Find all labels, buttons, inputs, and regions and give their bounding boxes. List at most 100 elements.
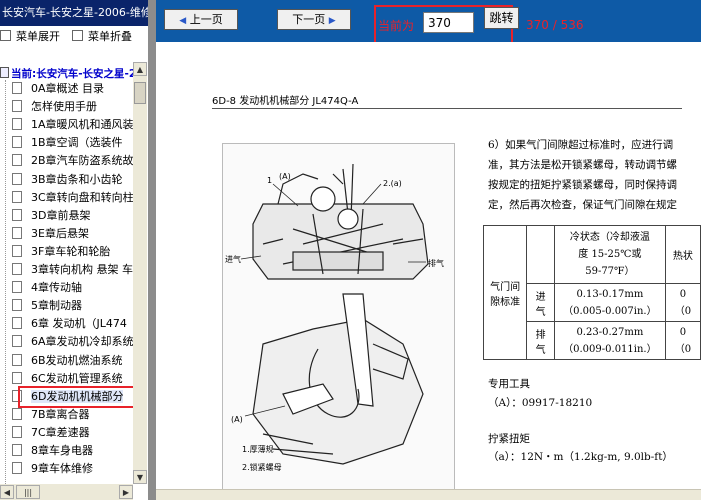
hot-intake-in: （0 xyxy=(674,305,692,317)
scroll-up-icon[interactable]: ▲ xyxy=(133,62,147,76)
intake-hot-value: 0 （0 xyxy=(664,283,701,322)
document-icon xyxy=(12,244,22,257)
figure-label-intake: 进气 xyxy=(225,254,241,264)
page-number-input[interactable] xyxy=(423,12,474,33)
exhaust-value-in: （0.009-0.011in.） xyxy=(563,343,657,355)
scroll-down-icon[interactable]: ▼ xyxy=(133,470,147,484)
tree-vertical-scrollbar[interactable]: ▲ ▼ xyxy=(133,62,147,484)
header-rule xyxy=(212,108,682,109)
tree-item[interactable]: 3B章齿条和小齿轮 xyxy=(12,171,123,189)
tree-item[interactable]: 9章车体维修 xyxy=(12,460,93,478)
pane-splitter[interactable] xyxy=(148,0,156,500)
document-icon xyxy=(12,226,22,239)
tree-root[interactable]: 当前:长安汽车-长安之星-2 xyxy=(0,66,133,81)
tree-item-label: 6C发动机管理系统 xyxy=(31,371,123,385)
table-cold-header: 冷状态（冷却液温 度 15-25℃或 59-77℉） xyxy=(553,225,666,284)
document-icon xyxy=(12,335,22,348)
left-pane: 长安汽车-长安之星-2006-维修 菜单展开 菜单折叠 当前:长安汽车-长安之星… xyxy=(0,0,148,500)
tree-item-label: 0A章概述 目录 xyxy=(31,82,105,95)
tree-item-label: 3F章车轮和轮胎 xyxy=(31,244,111,258)
tree-item[interactable]: 怎样使用手册 xyxy=(12,98,97,116)
prev-page-button[interactable]: ◀ 上一页 xyxy=(164,9,238,30)
document-icon xyxy=(12,136,22,149)
figure-caption-1: 1.厚薄规 xyxy=(242,445,274,454)
tree-item-label: 9章车体维修 xyxy=(31,462,93,476)
tree-item[interactable]: 1A章暖风机和通风装 xyxy=(12,116,133,134)
document-icon xyxy=(12,263,22,275)
tree-item[interactable]: 6A章发动机冷却系统 xyxy=(12,333,133,351)
intake-value-in: （0.005-0.007in.） xyxy=(563,305,657,317)
valve-clearance-table: 气门间隙标准 冷状态（冷却液温 度 15-25℃或 59-77℉） 热状 进气 … xyxy=(482,225,701,360)
window-title: 长安汽车-长安之星-2006-维修 xyxy=(0,0,148,26)
hot-exhaust-mm: 0 xyxy=(679,326,687,338)
figure-label-exhaust: 排气 xyxy=(428,258,444,268)
tree-item-label: 3D章前悬架 xyxy=(31,208,91,222)
document-icon xyxy=(12,118,22,131)
tree-lines xyxy=(5,80,7,484)
tree-item[interactable]: 3章转向机构 悬架 车 xyxy=(12,261,133,279)
tree-item[interactable]: 3C章转向盘和转向柱 xyxy=(12,189,133,207)
scroll-right-icon[interactable]: ▶ xyxy=(119,485,133,499)
tree-horizontal-scrollbar[interactable]: ◀ ||| ▶ xyxy=(0,484,133,500)
hot-intake-mm: 0 xyxy=(679,288,687,300)
document-icon xyxy=(12,407,22,420)
tree-item-label: 3B章齿条和小齿轮 xyxy=(31,172,123,186)
exhaust-cold-value: 0.23-0.27mm （0.009-0.011in.） xyxy=(553,321,666,360)
tree-item-label: 7C章差速器 xyxy=(31,425,90,439)
expand-menu-button[interactable]: 菜单展开 xyxy=(0,30,60,44)
engine-illustration: (A) 1 2.(a) 进气 排气 (A) xyxy=(225,163,444,465)
figure-label-1: 1 xyxy=(267,176,272,185)
special-tool-title: 专用工具 xyxy=(488,378,530,390)
document-icon xyxy=(12,172,22,185)
tree-item[interactable]: 2B章汽车防盗系统故 xyxy=(12,152,133,170)
document-icon xyxy=(12,208,22,221)
tree-item[interactable]: 7B章离合器 xyxy=(12,406,90,424)
tree-item-label: 3章转向机构 悬架 车 xyxy=(31,263,133,276)
document-viewer: 6D-8 发动机机械部分 JL474Q-A (A) 1 2.(a) 进气 排气 … xyxy=(156,42,701,489)
next-page-button[interactable]: 下一页 ▶ xyxy=(277,9,351,30)
para-line-1: 6）如果气门间隙超过标准时，应进行调 xyxy=(488,139,674,151)
tree-root-label: 当前:长安汽车-长安之星-2 xyxy=(11,68,133,80)
tree-item[interactable]: 6章 发动机（JL474 xyxy=(12,315,127,333)
selected-item-highlight xyxy=(18,385,133,408)
tree-item-label: 3C章转向盘和转向柱 xyxy=(31,190,133,204)
tree-item[interactable]: 0A章概述 目录 xyxy=(12,80,104,98)
tree-item-label: 7B章离合器 xyxy=(31,407,90,421)
tree-item[interactable]: 4章传动轴 xyxy=(12,279,82,297)
scroll-left-icon[interactable]: ◀ xyxy=(0,485,14,499)
tree-item[interactable]: 8章车身电器 xyxy=(12,442,93,460)
tree-item[interactable]: 3D章前悬架 xyxy=(12,207,90,225)
figure-caption-2: 2.锁紧螺母 xyxy=(242,463,282,472)
collapse-menu-button[interactable]: 菜单折叠 xyxy=(72,30,132,44)
page-label: 当前为 xyxy=(378,19,415,33)
tree-item[interactable]: 6B发动机燃油系统 xyxy=(12,352,123,370)
tree-item-label: 怎样使用手册 xyxy=(31,100,97,114)
exhaust-hot-value: 0 （0 xyxy=(664,321,701,360)
document-icon xyxy=(12,444,22,456)
jump-button[interactable]: 跳转 xyxy=(484,7,519,29)
arrow-left-icon: ◀ xyxy=(179,16,187,26)
document-icon xyxy=(12,100,22,113)
tree-item[interactable]: 7C章差速器 xyxy=(12,424,90,442)
tree-item-label: 2B章汽车防盗系统故 xyxy=(31,154,133,168)
collapse-icon xyxy=(72,30,83,41)
torque-title: 拧紧扭矩 xyxy=(488,433,530,445)
exhaust-label: 排气 xyxy=(526,321,555,360)
para-line-2: 准，其方法是松开锁紧螺母，转动调节螺 xyxy=(488,159,677,171)
figure-label-a-bottom: (A) xyxy=(231,415,243,424)
tree-item[interactable]: 5章制动器 xyxy=(12,297,82,315)
tree-item-label: 6A章发动机冷却系统 xyxy=(31,335,133,349)
collapse-menu-label: 菜单折叠 xyxy=(88,30,132,43)
tree-item[interactable]: 3E章后悬架 xyxy=(12,225,89,243)
tree-item-label: 6章 发动机（JL474 xyxy=(31,317,127,331)
valve-clearance-figure: (A) 1 2.(a) 进气 排气 (A) xyxy=(222,143,455,489)
tree-item[interactable]: 3F章车轮和轮胎 xyxy=(12,243,110,261)
scroll-thumb[interactable] xyxy=(134,82,146,104)
document-icon xyxy=(12,425,22,438)
table-corner-cell xyxy=(526,225,555,284)
figure-label-2a: 2.(a) xyxy=(383,179,402,188)
hscroll-thumb[interactable]: ||| xyxy=(16,485,40,499)
tree-item[interactable]: 1B章空调（选装件 xyxy=(12,134,123,152)
hot-exhaust-in: （0 xyxy=(674,343,692,355)
document-horizontal-scrollbar[interactable] xyxy=(156,489,701,500)
